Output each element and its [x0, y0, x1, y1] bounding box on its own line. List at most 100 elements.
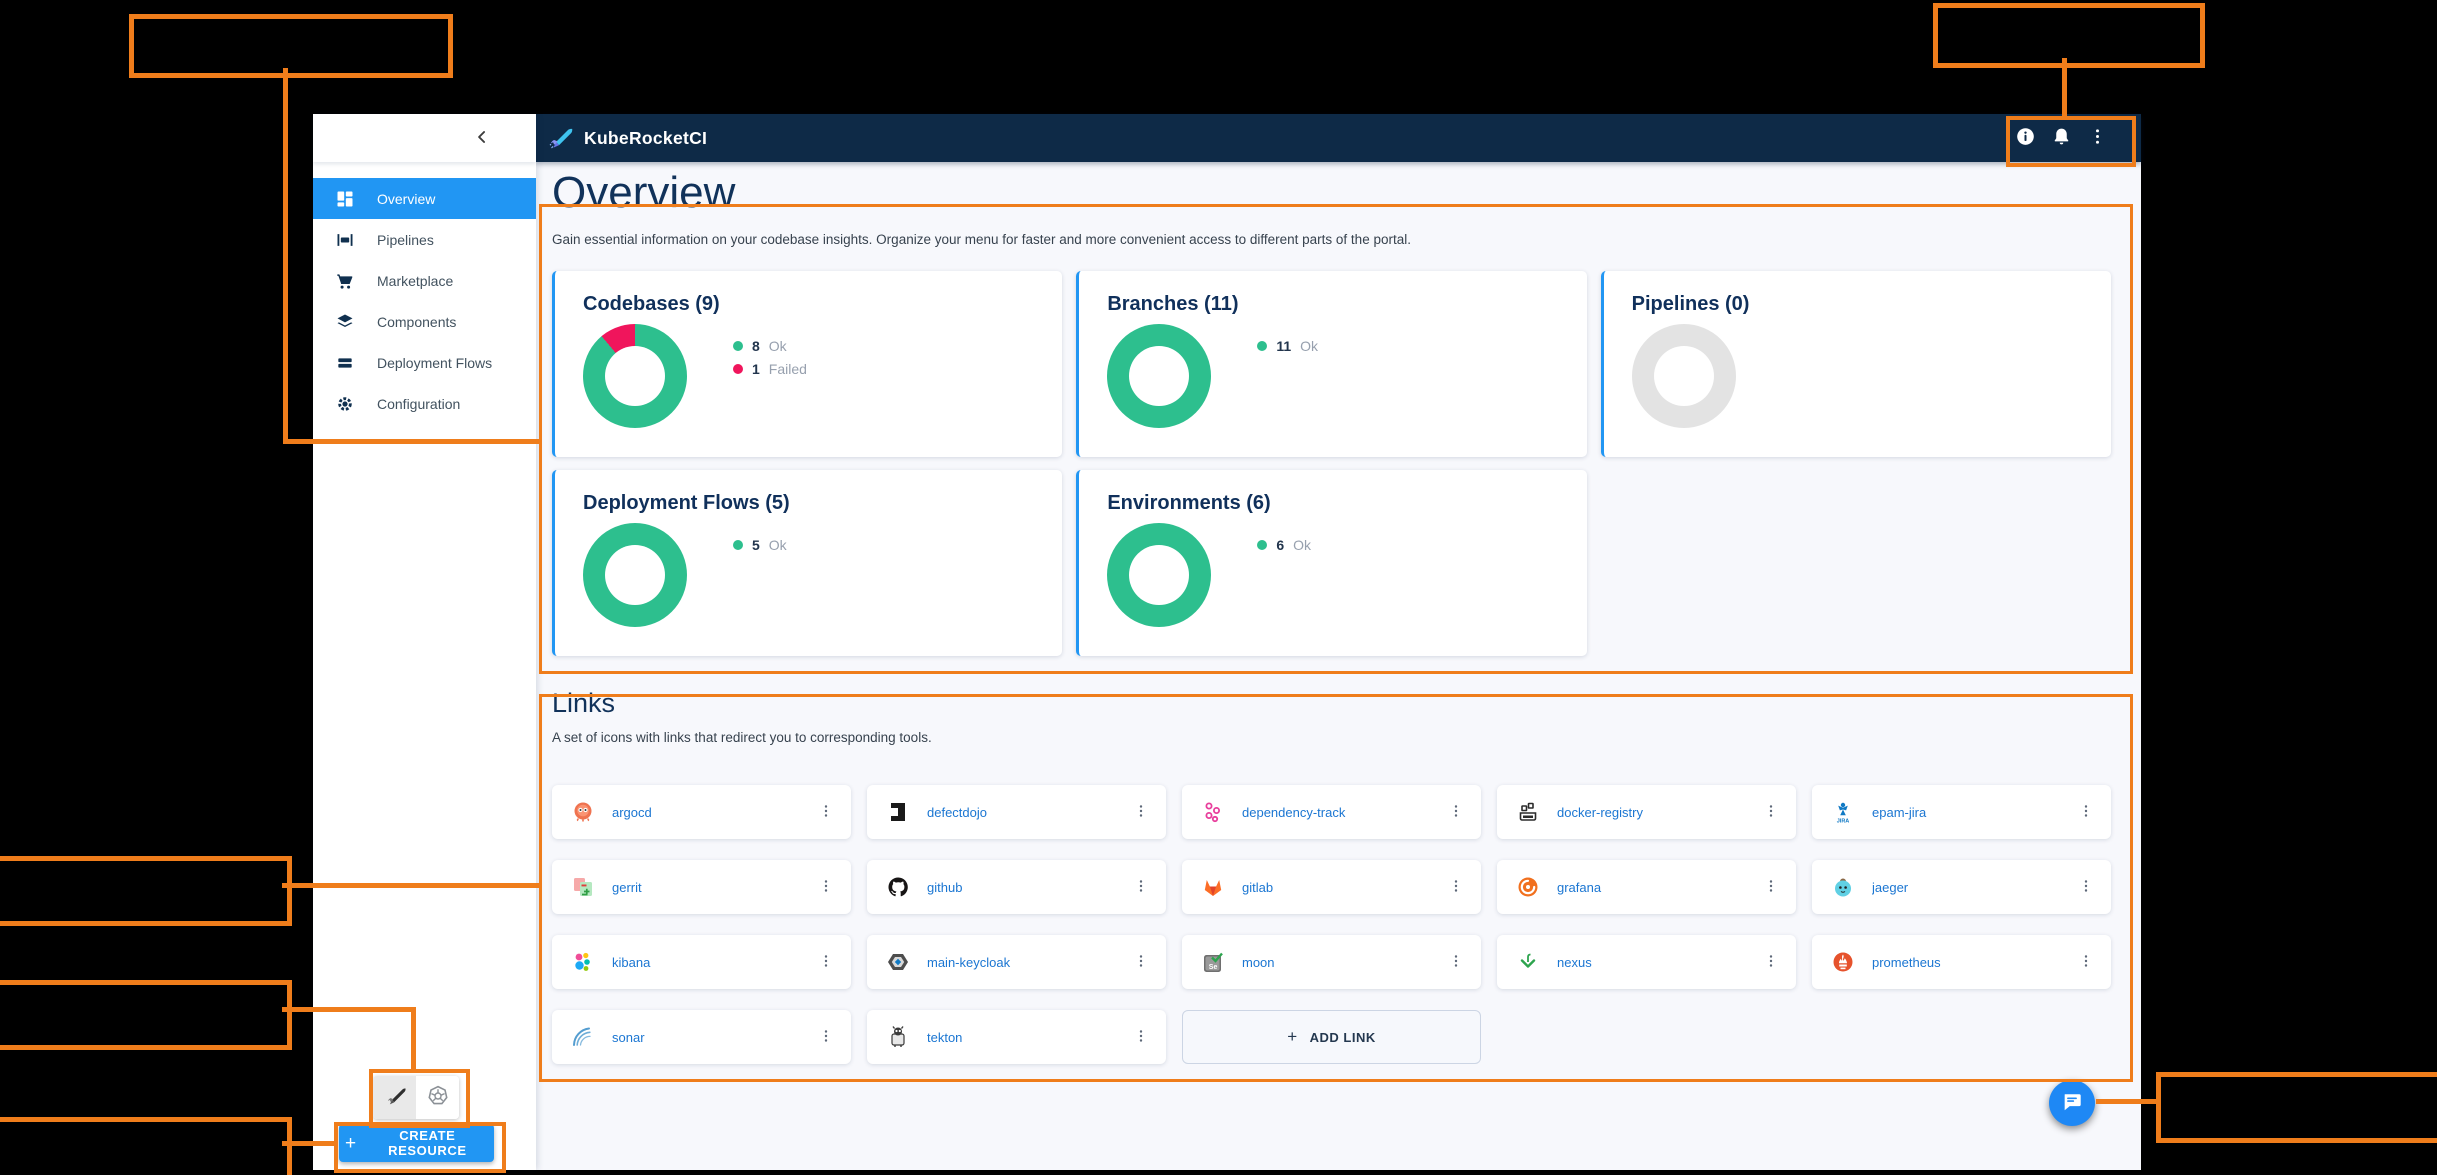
legend-row: 11Ok [1257, 334, 1318, 357]
link-name[interactable]: gerrit [612, 880, 811, 895]
link-card-sonar[interactable]: sonar [552, 1010, 851, 1064]
link-card-tekton[interactable]: tekton [867, 1010, 1166, 1064]
annotation-label-box-left-create [0, 1117, 292, 1175]
legend-value: 8 [752, 338, 760, 354]
link-name[interactable]: moon [1242, 955, 1441, 970]
link-kebab-menu-button[interactable] [2071, 797, 2101, 827]
overflow-menu-button[interactable] [2079, 120, 2115, 156]
link-name[interactable]: sonar [612, 1030, 811, 1045]
link-kebab-menu-button[interactable] [811, 1022, 841, 1052]
link-kebab-menu-button[interactable] [2071, 947, 2101, 977]
link-card-gitlab[interactable]: gitlab [1182, 860, 1481, 914]
widget-card: Codebases (9)8Ok1Failed [552, 271, 1062, 457]
link-card-main-keycloak[interactable]: main-keycloak [867, 935, 1166, 989]
feedback-fab[interactable] [2049, 1080, 2095, 1126]
kibana-icon [570, 949, 596, 975]
link-kebab-menu-button[interactable] [1756, 872, 1786, 902]
legend-label: Ok [1293, 537, 1311, 553]
dependency-track-icon [1200, 799, 1226, 825]
krci-view-button[interactable] [373, 1076, 416, 1119]
sidebar-header [313, 114, 536, 162]
create-resource-button[interactable]: + CREATE RESOURCE [339, 1124, 494, 1162]
link-kebab-menu-button[interactable] [811, 872, 841, 902]
link-name[interactable]: tekton [927, 1030, 1126, 1045]
kebab-icon [817, 802, 835, 823]
screenshot-canvas: OverviewPipelinesMarketplaceComponentsDe… [0, 0, 2437, 1175]
sidebar-item-marketplace[interactable]: Marketplace [313, 260, 536, 301]
link-card-grafana[interactable]: grafana [1497, 860, 1796, 914]
sidebar-item-label: Marketplace [377, 273, 453, 289]
link-name[interactable]: github [927, 880, 1126, 895]
kubernetes-wheel-icon [426, 1084, 450, 1111]
kubernetes-view-button[interactable] [416, 1076, 459, 1119]
link-card-dependency-track[interactable]: dependency-track [1182, 785, 1481, 839]
link-card-docker-registry[interactable]: docker-registry [1497, 785, 1796, 839]
link-card-epam-jira[interactable]: JIRAepam-jira [1812, 785, 2111, 839]
moon-selenium-icon: Se [1200, 949, 1226, 975]
sidebar-item-configuration[interactable]: Configuration [313, 383, 536, 424]
link-card-jaeger[interactable]: jaeger [1812, 860, 2111, 914]
donut-chart [583, 523, 687, 627]
link-card-prometheus[interactable]: prometheus [1812, 935, 2111, 989]
link-kebab-menu-button[interactable] [1441, 872, 1471, 902]
link-name[interactable]: jaeger [1872, 880, 2071, 895]
rocket-pen-icon [383, 1084, 407, 1111]
link-name[interactable]: gitlab [1242, 880, 1441, 895]
pipelines-icon [335, 230, 355, 250]
page-title: Overview [552, 168, 2111, 218]
link-kebab-menu-button[interactable] [1441, 797, 1471, 827]
kebab-icon [817, 877, 835, 898]
link-card-defectdojo[interactable]: defectdojo [867, 785, 1166, 839]
kebab-icon [817, 1027, 835, 1048]
kebab-icon [1447, 877, 1465, 898]
legend-dot-icon [733, 341, 743, 351]
link-kebab-menu-button[interactable] [2071, 872, 2101, 902]
create-resource-label: CREATE RESOURCE [367, 1128, 488, 1158]
link-name[interactable]: prometheus [1872, 955, 2071, 970]
kebab-icon [2077, 877, 2095, 898]
link-kebab-menu-button[interactable] [1126, 1022, 1156, 1052]
page-content: Overview Gain essential information on y… [536, 162, 2141, 1170]
link-name[interactable]: epam-jira [1872, 805, 2071, 820]
sidebar: OverviewPipelines Marketplace ComponentsDe… [313, 114, 536, 1170]
link-card-gerrit[interactable]: gerrit [552, 860, 851, 914]
sidebar-item-components[interactable]: Components [313, 301, 536, 342]
link-name[interactable]: main-keycloak [927, 955, 1126, 970]
link-card-kibana[interactable]: kibana [552, 935, 851, 989]
link-card-moon[interactable]: Se moon [1182, 935, 1481, 989]
link-kebab-menu-button[interactable] [811, 797, 841, 827]
link-name[interactable]: docker-registry [1557, 805, 1756, 820]
link-kebab-menu-button[interactable] [1756, 947, 1786, 977]
sidebar-nav: OverviewPipelines Marketplace ComponentsDe… [313, 178, 536, 424]
sidebar-item-deployment-flows[interactable]: Deployment Flows [313, 342, 536, 383]
link-card-nexus[interactable]: nexus [1497, 935, 1796, 989]
link-kebab-menu-button[interactable] [1126, 797, 1156, 827]
annotation-label-box-left-toggle [0, 980, 292, 1050]
link-name[interactable]: argocd [612, 805, 811, 820]
link-name[interactable]: nexus [1557, 955, 1756, 970]
sidebar-collapse-button[interactable] [468, 124, 496, 152]
link-kebab-menu-button[interactable] [1441, 947, 1471, 977]
notifications-button[interactable] [2043, 120, 2079, 156]
links-section-description: A set of icons with links that redirect … [552, 730, 2111, 745]
link-name[interactable]: dependency-track [1242, 805, 1441, 820]
link-name[interactable]: defectdojo [927, 805, 1126, 820]
github-icon [885, 874, 911, 900]
info-button[interactable] [2007, 120, 2043, 156]
legend-value: 6 [1276, 537, 1284, 553]
link-name[interactable]: grafana [1557, 880, 1756, 895]
add-link-button[interactable]: +ADD LINK [1182, 1010, 1481, 1064]
link-card-github[interactable]: github [867, 860, 1166, 914]
legend-value: 5 [752, 537, 760, 553]
main-column: KubeRocketCI [536, 114, 2141, 1170]
link-card-argocd[interactable]: argocd [552, 785, 851, 839]
link-name[interactable]: kibana [612, 955, 811, 970]
link-kebab-menu-button[interactable] [1756, 797, 1786, 827]
link-kebab-menu-button[interactable] [1126, 947, 1156, 977]
kebab-icon [1447, 802, 1465, 823]
sidebar-item-pipelines[interactable]: Pipelines [313, 219, 536, 260]
annotation-connector [283, 68, 288, 442]
link-kebab-menu-button[interactable] [1126, 872, 1156, 902]
link-kebab-menu-button[interactable] [811, 947, 841, 977]
sidebar-item-overview[interactable]: Overview [313, 178, 536, 219]
